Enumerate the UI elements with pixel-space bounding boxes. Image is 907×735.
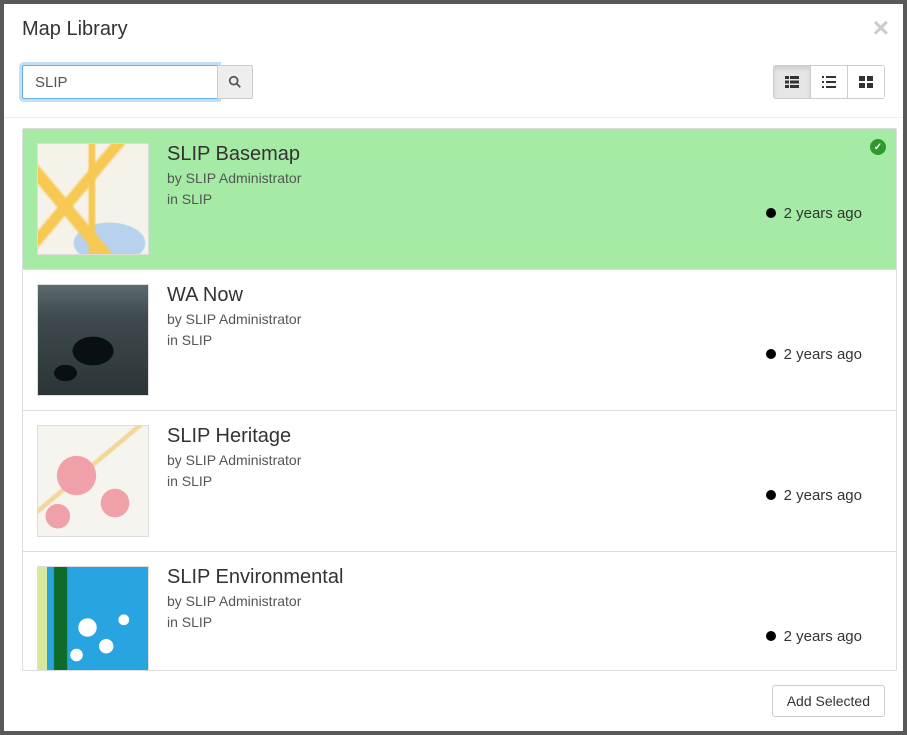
th-large-icon (859, 75, 873, 89)
item-info: SLIP Heritageby SLIP Administratorin SLI… (167, 425, 756, 537)
clock-icon (766, 490, 776, 500)
item-timestamp: 2 years ago (766, 143, 882, 255)
map-thumbnail (37, 425, 149, 537)
item-collection: in SLIP (167, 330, 756, 351)
dialog-footer: Add Selected (4, 671, 903, 731)
search-button[interactable] (217, 65, 253, 99)
add-selected-button[interactable]: Add Selected (772, 685, 885, 717)
map-thumbnail (37, 143, 149, 255)
item-info: WA Nowby SLIP Administratorin SLIP (167, 284, 756, 396)
item-author: by SLIP Administrator (167, 591, 756, 612)
item-collection: in SLIP (167, 612, 756, 633)
item-body: SLIP Basemapby SLIP Administratorin SLIP… (167, 143, 882, 255)
list-item[interactable]: SLIP Environmentalby SLIP Administratori… (23, 552, 896, 671)
item-author: by SLIP Administrator (167, 450, 756, 471)
clock-icon (766, 631, 776, 641)
item-author: by SLIP Administrator (167, 309, 756, 330)
item-timestamp: 2 years ago (766, 566, 882, 671)
results-list[interactable]: SLIP Basemapby SLIP Administratorin SLIP… (22, 128, 897, 671)
item-title: SLIP Heritage (167, 425, 756, 448)
item-collection: in SLIP (167, 189, 756, 210)
list-item[interactable]: WA Nowby SLIP Administratorin SLIP 2 year… (23, 270, 896, 411)
item-timestamp: 2 years ago (766, 425, 882, 537)
view-toggle-group (773, 65, 885, 99)
item-info: SLIP Environmentalby SLIP Administratori… (167, 566, 756, 671)
time-text: 2 years ago (784, 346, 862, 363)
close-icon[interactable]: × (873, 14, 889, 42)
th-list-icon (785, 75, 799, 89)
item-info: SLIP Basemapby SLIP Administratorin SLIP (167, 143, 756, 255)
list-icon (822, 75, 836, 89)
list-item[interactable]: SLIP Heritageby SLIP Administratorin SLI… (23, 411, 896, 552)
list-item[interactable]: SLIP Basemapby SLIP Administratorin SLIP… (23, 129, 896, 270)
results-container: SLIP Basemapby SLIP Administratorin SLIP… (4, 118, 903, 671)
view-detailed-button[interactable] (773, 65, 811, 99)
dialog-header: Map Library × (4, 4, 903, 65)
search-icon (228, 75, 242, 89)
view-list-button[interactable] (810, 65, 848, 99)
item-author: by SLIP Administrator (167, 168, 756, 189)
clock-icon (766, 349, 776, 359)
search-input[interactable] (22, 65, 218, 99)
view-grid-button[interactable] (847, 65, 885, 99)
dialog-title: Map Library (22, 18, 885, 41)
clock-icon (766, 208, 776, 218)
item-body: SLIP Environmentalby SLIP Administratori… (167, 566, 882, 671)
item-body: SLIP Heritageby SLIP Administratorin SLI… (167, 425, 882, 537)
item-title: SLIP Basemap (167, 143, 756, 166)
map-thumbnail (37, 284, 149, 396)
item-timestamp: 2 years ago (766, 284, 882, 396)
time-text: 2 years ago (784, 487, 862, 504)
item-title: WA Now (167, 284, 756, 307)
toolbar (4, 65, 903, 118)
item-title: SLIP Environmental (167, 566, 756, 589)
map-thumbnail (37, 566, 149, 671)
time-text: 2 years ago (784, 628, 862, 645)
item-collection: in SLIP (167, 471, 756, 492)
selected-check-icon: ✓ (870, 139, 886, 155)
map-library-dialog: Map Library × (4, 4, 903, 731)
time-text: 2 years ago (784, 205, 862, 222)
item-body: WA Nowby SLIP Administratorin SLIP 2 year… (167, 284, 882, 396)
search-group (22, 65, 253, 99)
